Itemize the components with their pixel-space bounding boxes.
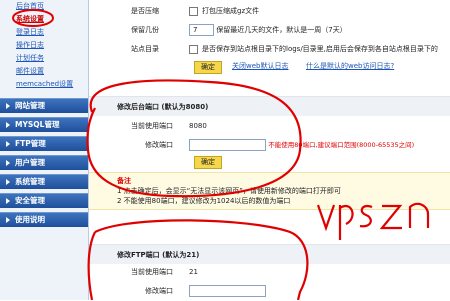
arrow-right-icon (6, 198, 10, 204)
sidebar-cat-users[interactable]: 用户管理 (0, 155, 88, 170)
row-ftp-current: 当前使用端口 21 (89, 263, 450, 282)
backend-confirm-button[interactable]: 确定 (194, 156, 222, 169)
sidebar-link-operation-log[interactable]: 操作日志 (0, 39, 88, 52)
backend-port-header: 修改后台端口 (默认为8080) (89, 96, 450, 116)
sidebar-link-memcached[interactable]: memcached设置 (0, 78, 88, 91)
arrow-right-icon (6, 141, 10, 147)
backend-modify-value: 不能使用80端口,建议端口范围(8000-65535之间) (189, 136, 414, 155)
row-ftp-modify: 修改端口 (89, 282, 450, 301)
sidebar-cat-label: 网站管理 (15, 101, 45, 110)
sidebar-cat-help[interactable]: 使用说明 (0, 212, 88, 227)
ftp-modify-label: 修改端口 (145, 287, 173, 295)
backend-current-label: 当前使用端口 (131, 122, 173, 130)
sidebar-link-scheduled-tasks[interactable]: 计划任务 (0, 52, 88, 65)
sidebar-cat-security[interactable]: 安全管理 (0, 193, 88, 208)
keep-label: 保留几份 (131, 26, 159, 34)
row-backend-modify: 修改端口 不能使用80端口,建议端口范围(8000-65535之间) (89, 136, 450, 155)
sidebar-cat-system[interactable]: 系统管理 (0, 174, 88, 189)
ftp-modify-value (189, 282, 266, 301)
site-dir-checkbox[interactable] (189, 44, 198, 54)
arrow-right-icon (6, 122, 10, 128)
site-dir-label: 站点目录 (131, 45, 159, 53)
keep-text: 保留最近几天的文件，默认是一周（7天） (216, 26, 347, 34)
settings-confirm-button[interactable]: 确定 (194, 61, 222, 74)
sidebar-cat-mysql[interactable]: MYSQL管理 (0, 117, 88, 132)
keep-value: 7 保留最近几天的文件，默认是一周（7天） (189, 21, 347, 40)
site-dir-text: 是否保存到站点根目录下的logs/目录里,启用后会保存到各自站点根目录下的 (202, 45, 438, 53)
sidebar-cat-label: 使用说明 (15, 215, 45, 224)
compress-label: 是否压缩 (131, 7, 159, 15)
sidebar-cat-label: FTP管理 (15, 139, 46, 148)
sidebar-cat-label: 安全管理 (15, 196, 45, 205)
compress-value: 打包压缩成gz文件 (189, 2, 259, 21)
what-is-log-link[interactable]: 什么是默认的web访问日志? (306, 57, 394, 76)
sidebar-sublinks: 后台首页 系统设置 登录日志 操作日志 计划任务 邮件设置 memcached设… (0, 0, 88, 91)
sidebar-link-system-settings[interactable]: 系统设置 (0, 13, 88, 26)
close-log-link[interactable]: 关闭web默认日志 (232, 57, 288, 76)
backend-port-input[interactable] (189, 139, 266, 151)
arrow-right-icon (6, 160, 10, 166)
compress-text: 打包压缩成gz文件 (202, 7, 260, 15)
compress-checkbox[interactable] (189, 6, 198, 16)
ftp-port-header: 修改FTP端口 (默认为21) (89, 244, 450, 264)
note-box: 备注 1 点击确定后，会显示“无法显示该网页”，请使用新修改的端口打开即可 2 … (89, 172, 450, 210)
sidebar: 后台首页 系统设置 登录日志 操作日志 计划任务 邮件设置 memcached设… (0, 0, 89, 300)
sidebar-cat-site[interactable]: 网站管理 (0, 98, 88, 113)
backend-port-warning: 不能使用80端口,建议端口范围(8000-65535之间) (268, 141, 415, 149)
arrow-right-icon (6, 103, 10, 109)
ftp-current-label: 当前使用端口 (131, 268, 173, 276)
keep-days-input[interactable]: 7 (189, 24, 214, 36)
note-title: 备注 (117, 177, 131, 185)
arrow-right-icon (6, 217, 10, 223)
main-content: 是否压缩 打包压缩成gz文件 保留几份 7 保留最近几天的文件，默认是一周（7天… (89, 0, 450, 300)
note-line-2: 2 不能使用80端口，建议修改为1024以后的数值为端口 (117, 197, 291, 205)
sidebar-link-home[interactable]: 后台首页 (0, 0, 88, 13)
sidebar-cat-label: MYSQL管理 (15, 120, 60, 129)
sidebar-cat-label: 用户管理 (15, 158, 45, 167)
ftp-current-value: 21 (189, 268, 198, 276)
sidebar-cat-ftp[interactable]: FTP管理 (0, 136, 88, 151)
sidebar-cat-label: 系统管理 (15, 177, 45, 186)
backend-modify-label: 修改端口 (145, 141, 173, 149)
ftp-port-input[interactable] (189, 285, 266, 297)
row-keep: 保留几份 7 保留最近几天的文件，默认是一周（7天） (89, 21, 450, 40)
arrow-right-icon (6, 179, 10, 185)
note-line-1: 1 点击确定后，会显示“无法显示该网页”，请使用新修改的端口打开即可 (117, 187, 341, 195)
backend-current-value: 8080 (189, 122, 207, 130)
sidebar-link-mail-settings[interactable]: 邮件设置 (0, 65, 88, 78)
sidebar-link-login-log[interactable]: 登录日志 (0, 26, 88, 39)
row-compress: 是否压缩 打包压缩成gz文件 (89, 2, 450, 21)
row-backend-current: 当前使用端口 8080 (89, 117, 450, 136)
